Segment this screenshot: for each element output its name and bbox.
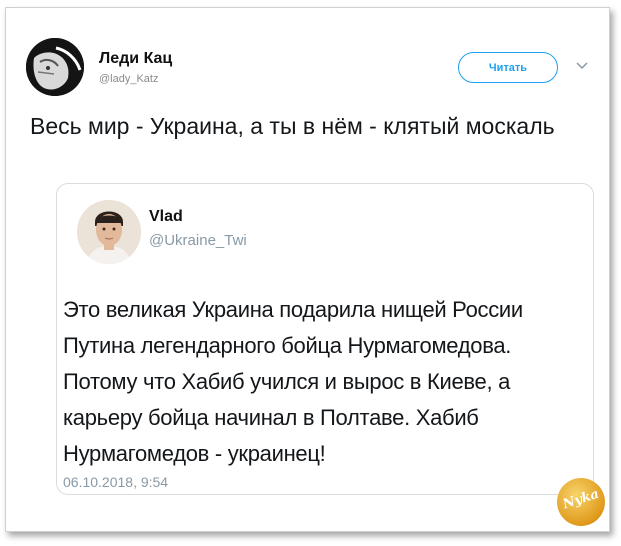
tweet-card: Леди Кац @lady_Katz Читать Весь мир - Ук… (5, 7, 610, 532)
author-name[interactable]: Леди Кац (99, 50, 172, 68)
quoted-tweet-text: Это великая Украина подарила нищей Росси… (63, 297, 523, 466)
quoted-tweet[interactable]: Vlad @Ukraine_Twi Это великая Украина по… (56, 183, 594, 495)
watermark-badge: Nyka (557, 478, 605, 526)
author-avatar[interactable] (26, 38, 84, 96)
quoted-author-avatar[interactable] (77, 200, 141, 264)
tweet-text: Весь мир - Украина, а ты в нём - клятый … (30, 113, 555, 139)
quoted-timestamp[interactable]: 06.10.2018, 9:54 (63, 474, 168, 490)
watermark-text: Nyka (561, 486, 601, 513)
quoted-author-handle[interactable]: @Ukraine_Twi (149, 232, 247, 249)
author-handle[interactable]: @lady_Katz (99, 73, 158, 85)
quoted-author-name[interactable]: Vlad (149, 208, 183, 226)
follow-button[interactable]: Читать (458, 52, 558, 83)
chevron-down-icon[interactable] (576, 62, 588, 70)
